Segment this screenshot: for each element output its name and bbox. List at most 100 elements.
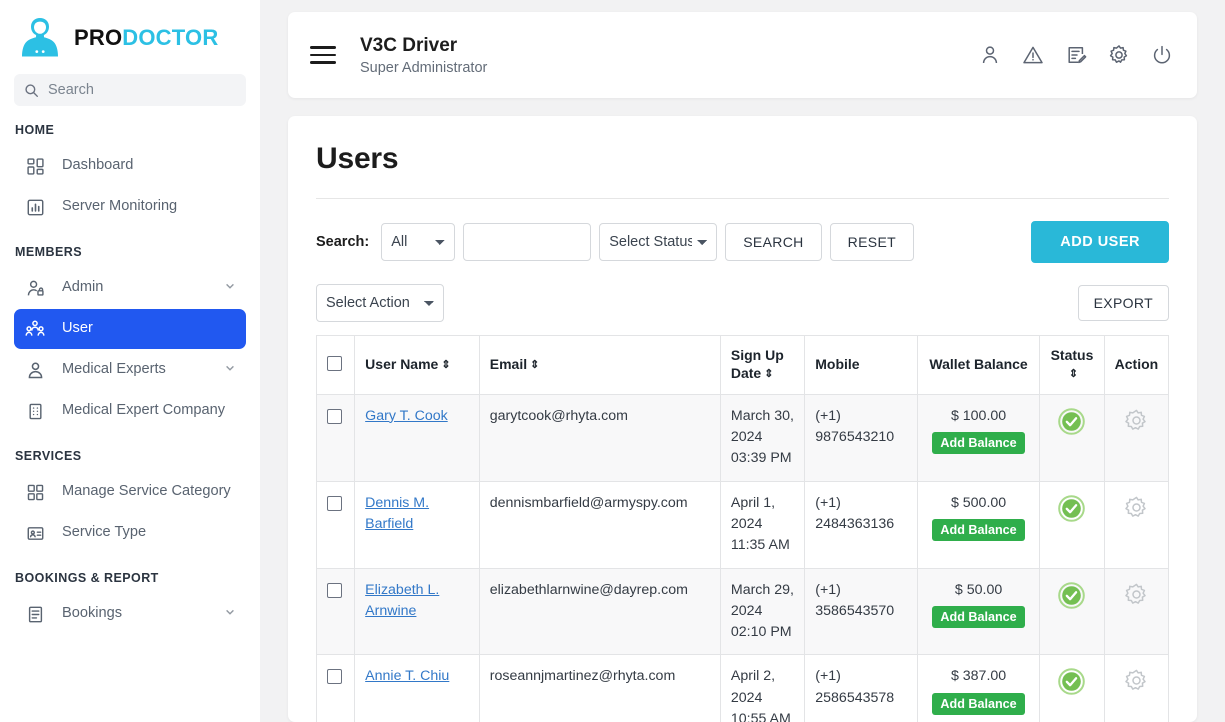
user-name-link[interactable]: Gary T. Cook [365,408,448,424]
th-signup-date[interactable]: Sign Up Date ⇕ [719,335,806,395]
app-root: PRODOCTOR HOME Dashboard [0,0,1225,722]
chart-bar-icon [24,196,46,218]
th-user-name[interactable]: User Name ⇕ [354,335,480,395]
sidebar-item-label: Service Type [62,524,147,541]
sidebar-item-service-type[interactable]: Service Type [14,513,246,553]
cell-wallet: $ 50.00 Add Balance [916,567,1041,656]
brand-logo[interactable]: PRODOCTOR [0,0,260,72]
th-status[interactable]: Status ⇕ [1039,335,1105,395]
cell-mobile: (+1) 2484363136 [804,480,918,569]
green-check-circle-icon[interactable] [1058,581,1086,616]
topbar-subtitle: Super Administrator [360,59,488,76]
sidebar-item-medical-expert-company[interactable]: Medical Expert Company [14,391,246,431]
nav-section-home: HOME [15,123,55,137]
document-edit-icon[interactable] [1065,44,1087,66]
gear-icon[interactable] [1124,408,1149,440]
filter-toolbar: Search: All Select Status SEARCH RESET A… [316,221,1169,263]
add-balance-button[interactable]: Add Balance [932,432,1025,455]
page-title: Users [316,142,1169,199]
users-table-head: User Name ⇕ Email ⇕ Sign Up Date ⇕ Mobile W… [315,335,1170,395]
th-label: Wallet Balance [929,355,1028,372]
sidebar-item-label: Medical Experts [62,361,166,378]
sidebar-item-admin[interactable]: Admin [14,268,246,308]
user-name-link[interactable]: Elizabeth L. Arnwine [365,582,439,619]
table-row: Annie T. Chiu roseannjmartinez@rhyta.com A… [315,654,1170,722]
sidebar-item-label: Bookings [62,605,123,622]
row-checkbox[interactable] [327,669,342,685]
power-off-icon[interactable] [1151,44,1173,66]
hamburger-icon[interactable] [310,41,336,68]
users-table-body: Gary T. Cook garytcook@rhyta.com March 30,… [315,393,1170,722]
cell-mobile: (+1) 3586543570 [804,567,918,656]
user-lock-icon [24,277,46,299]
cell-user-name: Annie T. Chiu [354,654,480,722]
sidebar-item-dashboard[interactable]: Dashboard [14,146,246,186]
cell-status [1039,567,1105,656]
wallet-amount: $ 100.00 [950,407,1007,424]
row-checkbox[interactable] [327,495,342,511]
sidebar-item-server-monitoring[interactable]: Server Monitoring [14,187,246,227]
add-balance-button[interactable]: Add Balance [932,605,1025,628]
sidebar-item-label: Medical Expert Company [62,402,226,419]
user-name-link[interactable]: Annie T. Chiu [365,668,449,684]
search-query-input[interactable] [463,223,592,261]
gear-icon[interactable] [1124,668,1149,700]
table-row: Gary T. Cook garytcook@rhyta.com March 30,… [315,393,1170,482]
th-email[interactable]: Email ⇕ [478,335,721,395]
export-button[interactable]: EXPORT [1077,285,1169,321]
sidebar-search[interactable] [14,74,246,106]
green-check-circle-icon[interactable] [1058,494,1086,529]
cell-email: roseannjmartinez@rhyta.com [478,654,721,722]
search-input[interactable] [48,82,236,98]
green-check-circle-icon[interactable] [1058,408,1086,442]
search-type-select[interactable]: All [381,223,456,261]
add-balance-button[interactable]: Add Balance [932,692,1025,715]
chevron-down-icon [224,362,236,378]
brand-word-pro: PRO [74,25,123,50]
status-select[interactable]: Select Status [599,223,718,261]
profile-icon[interactable] [979,44,1001,66]
gear-icon[interactable] [1124,495,1149,527]
sidebar: PRODOCTOR HOME Dashboard [0,0,260,722]
settings-gear-icon[interactable] [1108,44,1130,66]
select-all-checkbox[interactable] [327,356,342,372]
th-label: Action [1114,355,1159,372]
nav-section-services: SERVICES [15,449,82,463]
sidebar-item-user[interactable]: User [14,309,246,349]
user-name-link[interactable]: Dennis M. Barfield [365,495,429,532]
users-card: Users Search: All Select Status SEARCH R… [288,116,1197,722]
sidebar-item-bookings[interactable]: Bookings [14,594,246,634]
row-checkbox[interactable] [327,582,342,598]
cell-signup-date: April 2, 2024 10:55 AM [719,654,806,722]
sort-icon[interactable]: ⇕ [764,367,773,381]
sort-icon[interactable]: ⇕ [441,358,450,372]
sidebar-item-label: Manage Service Category [62,483,231,500]
sidebar-nav: HOME Dashboard Server Monitoring MEMBERS… [0,106,260,634]
alert-triangle-icon[interactable] [1022,44,1044,66]
sidebar-item-medical-experts[interactable]: Medical Experts [14,350,246,390]
cell-select [315,480,356,569]
id-card-icon [24,522,46,544]
green-check-circle-icon[interactable] [1058,668,1086,702]
search-button[interactable]: SEARCH [725,223,822,261]
cell-wallet: $ 100.00 Add Balance [916,393,1041,482]
th-label: Email [489,355,528,372]
th-wallet-balance: Wallet Balance [916,335,1041,395]
add-user-button[interactable]: ADD USER [1031,221,1169,263]
cell-user-name: Dennis M. Barfield [354,480,480,569]
add-balance-button[interactable]: Add Balance [932,519,1025,541]
row-checkbox[interactable] [327,408,342,424]
cell-select [315,654,356,722]
bulk-action-select[interactable]: Select Action [316,284,444,322]
sort-icon[interactable]: ⇕ [1069,367,1078,381]
nav-section-bookings-report: BOOKINGS & REPORT [15,571,159,585]
sidebar-item-label: Admin [62,279,104,296]
users-table: User Name ⇕ Email ⇕ Sign Up Date ⇕ Mobile W… [315,335,1170,722]
cell-mobile: (+1) 2586543578 [804,654,918,722]
th-label: Sign Up Date [730,347,784,381]
brand-wordmark: PRODOCTOR [74,27,218,49]
sort-icon[interactable]: ⇕ [530,358,539,372]
gear-icon[interactable] [1124,582,1149,614]
sidebar-item-manage-service-category[interactable]: Manage Service Category [14,472,246,512]
reset-button[interactable]: RESET [829,223,915,261]
